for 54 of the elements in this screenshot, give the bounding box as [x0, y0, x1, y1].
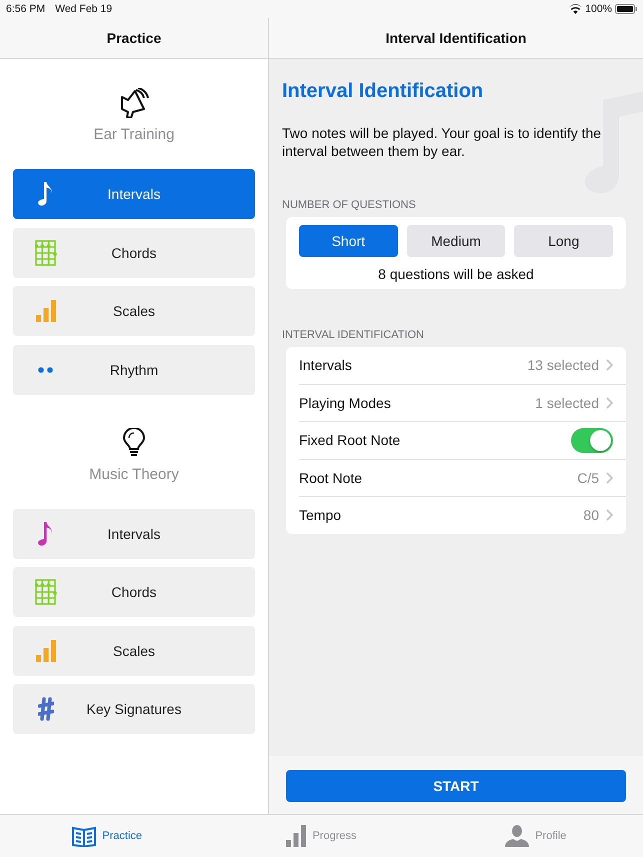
sharp-icon — [38, 697, 54, 721]
section-title: Music Theory — [89, 466, 179, 482]
segment-button[interactable]: Short — [299, 225, 398, 257]
tab-item[interactable]: Practice — [0, 815, 214, 857]
status-date: Wed Feb 19 — [55, 3, 112, 15]
nav-title: Practice — [0, 18, 268, 59]
sidebar-item[interactable]: Chords — [13, 228, 255, 278]
chord-grid-icon — [35, 579, 57, 605]
person-icon — [505, 825, 530, 847]
sidebar-item[interactable]: Key Signatures — [13, 684, 255, 734]
start-button[interactable]: START — [286, 770, 626, 802]
bar-chart-icon — [286, 825, 306, 847]
setting-label: Tempo — [299, 507, 342, 524]
sidebar-item[interactable]: Chords — [13, 567, 255, 617]
battery-percent: 100% — [585, 3, 612, 15]
music-note-icon — [38, 522, 54, 546]
setting-label: Root Note — [299, 470, 362, 486]
description-text: Two notes will be played. Your goal is to identify the interval between them by ear. — [282, 124, 602, 160]
questions-summary: 8 questions will be asked — [377, 265, 535, 284]
setting-value: 1 selected — [535, 394, 599, 411]
chevron-icon — [606, 359, 613, 372]
chevron-icon — [606, 472, 613, 484]
nav-title: Interval Identification — [269, 18, 643, 59]
setting-label: Playing Modes — [299, 394, 391, 411]
wifi-icon — [569, 4, 582, 14]
status-time: 6:56 PM — [6, 3, 46, 15]
two-dots-icon — [38, 366, 54, 372]
section-caption: INTERVAL IDENTIFICATION — [282, 329, 425, 341]
chevron-icon — [606, 396, 613, 409]
setting-value: C/5 — [577, 470, 599, 486]
setting-label: Fixed Root Note — [299, 432, 400, 448]
segment-button[interactable]: Medium — [406, 225, 506, 257]
sidebar-item[interactable]: Rhythm — [13, 344, 255, 394]
toggle-switch[interactable] — [571, 428, 613, 453]
section-caption: NUMBER OF QUESTIONS — [282, 199, 417, 211]
segment-button[interactable]: Long — [514, 225, 614, 257]
chord-grid-icon — [35, 240, 57, 266]
section-title: Ear Training — [94, 126, 174, 143]
setting-label: Intervals — [299, 357, 352, 374]
setting-value: 13 selected — [527, 357, 599, 374]
sidebar-item[interactable]: Scales — [13, 286, 255, 336]
book-icon — [72, 825, 96, 847]
setting-value: 80 — [583, 507, 599, 524]
speaker-icon — [119, 88, 149, 118]
bar-chart-icon — [36, 640, 56, 662]
battery-icon — [615, 4, 637, 14]
sidebar-item[interactable]: Intervals — [13, 169, 255, 219]
bar-chart-icon — [36, 300, 56, 322]
lightbulb-icon — [123, 428, 145, 458]
sidebar-item[interactable]: Scales — [13, 626, 255, 676]
chevron-icon — [606, 509, 613, 522]
music-note-icon — [38, 182, 54, 206]
sidebar-item[interactable]: Intervals — [13, 508, 255, 558]
page-heading: Interval Identification — [282, 80, 484, 103]
